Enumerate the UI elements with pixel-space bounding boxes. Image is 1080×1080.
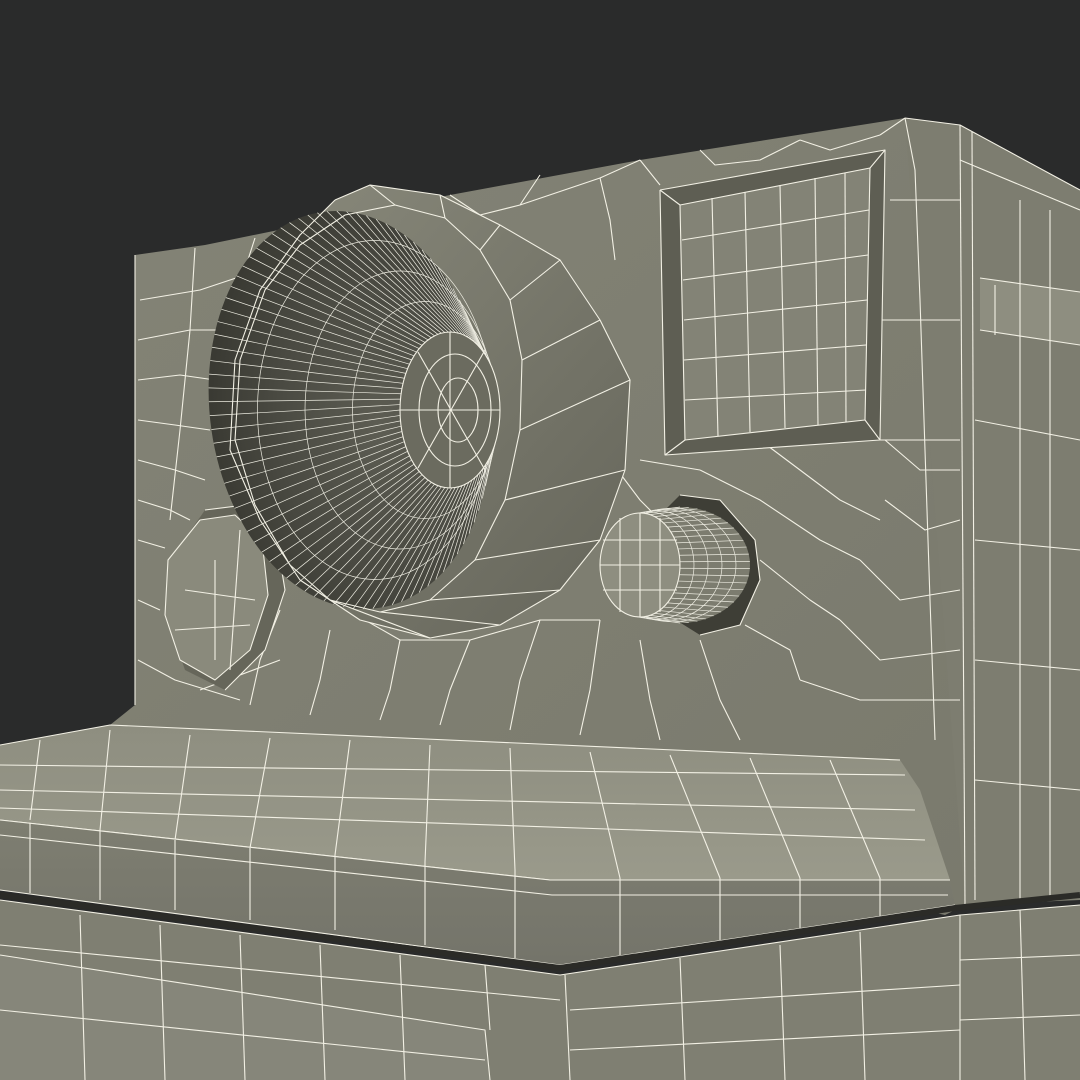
display-window: [659, 149, 886, 456]
knob-cap-grid: [599, 512, 681, 618]
wireframe-render: [0, 117, 1080, 1080]
